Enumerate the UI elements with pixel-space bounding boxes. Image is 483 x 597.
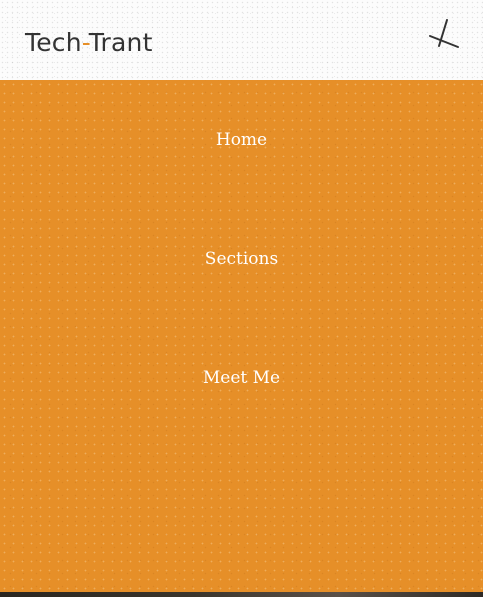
menu-item-home[interactable]: Home	[0, 130, 483, 150]
close-icon	[429, 19, 459, 48]
close-menu-button[interactable]	[426, 16, 462, 52]
site-header: Tech-Trant	[0, 0, 483, 80]
brand-separator: -	[81, 28, 89, 57]
page: Tech-Trant Home Sections Meet Me	[0, 0, 483, 597]
brand-part-2: Trant	[88, 28, 153, 57]
menu-item-sections[interactable]: Sections	[0, 249, 483, 269]
page-content-peek	[0, 592, 483, 597]
navigation-menu: Home Sections Meet Me	[0, 80, 483, 592]
brand-part-1: Tech	[25, 28, 82, 57]
site-logo[interactable]: Tech-Trant	[25, 30, 153, 55]
menu-item-meet-me[interactable]: Meet Me	[0, 368, 483, 388]
